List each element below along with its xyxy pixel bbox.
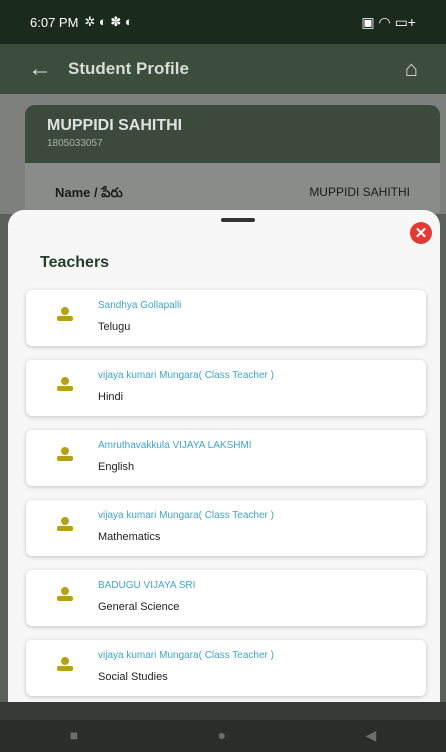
home-nav-icon[interactable]: ● xyxy=(218,727,226,743)
back-arrow-icon[interactable]: ← xyxy=(28,55,68,83)
person-icon xyxy=(57,587,73,601)
profile-card: MUPPIDI SAHITHI 1805033057 xyxy=(25,105,440,163)
teachers-bottom-sheet: ✕ Teachers Sandhya Gollapalli Telugu vij… xyxy=(8,210,440,702)
teacher-name: Amruthavakkula VIJAYA LAKSHMI xyxy=(98,440,252,451)
drag-handle[interactable] xyxy=(221,218,255,222)
system-icons: ▣ ◠ ▭+ xyxy=(361,13,416,30)
teacher-subject: Mathematics xyxy=(98,531,161,543)
close-icon[interactable]: ✕ xyxy=(410,222,432,244)
page-title: Student Profile xyxy=(68,59,189,78)
teacher-card[interactable]: vijaya kumari Mungara( Class Teacher ) M… xyxy=(26,500,426,556)
notification-icons: ✲ ◐ ✽ ◐ xyxy=(84,14,133,29)
teacher-name: vijaya kumari Mungara( Class Teacher ) xyxy=(98,650,274,661)
profile-name: MUPPIDI SAHITHI xyxy=(47,117,183,134)
status-bar: 6:07 PM ✲ ◐ ✽ ◐ ▣ ◠ ▭+ xyxy=(0,0,446,44)
teacher-card[interactable]: Sandhya Gollapalli Telugu xyxy=(26,290,426,346)
person-icon xyxy=(57,377,73,391)
sheet-title: Teachers xyxy=(40,254,110,271)
teacher-name: vijaya kumari Mungara( Class Teacher ) xyxy=(98,370,274,381)
back-nav-icon[interactable]: ◀ xyxy=(365,727,376,744)
teacher-subject: Telugu xyxy=(98,321,131,333)
home-icon[interactable]: ⌂ xyxy=(405,56,418,82)
status-time: 6:07 PM xyxy=(30,14,79,30)
info-label: Name / పేరు xyxy=(55,185,123,200)
person-icon xyxy=(57,517,73,531)
person-icon xyxy=(57,447,73,461)
info-value: MUPPIDI SAHITHI xyxy=(309,185,410,199)
person-icon xyxy=(57,307,73,321)
teacher-card[interactable]: BADUGU VIJAYA SRI General Science xyxy=(26,570,426,626)
teacher-subject: Hindi xyxy=(98,391,124,403)
recents-icon[interactable]: ■ xyxy=(70,727,78,743)
teacher-subject: English xyxy=(98,461,135,473)
teacher-card[interactable]: vijaya kumari Mungara( Class Teacher ) S… xyxy=(26,640,426,696)
teacher-subject: General Science xyxy=(98,601,180,613)
info-row-name: Name / పేరు MUPPIDI SAHITHI xyxy=(25,163,440,213)
teacher-card[interactable]: vijaya kumari Mungara( Class Teacher ) H… xyxy=(26,360,426,416)
teacher-name: vijaya kumari Mungara( Class Teacher ) xyxy=(98,510,274,521)
app-bar: ← Student Profile ⌂ xyxy=(0,44,446,94)
person-icon xyxy=(57,657,73,671)
teacher-subject: Social Studies xyxy=(98,671,168,683)
system-nav-bar: ■ ● ◀ xyxy=(0,702,446,752)
teacher-card[interactable]: Amruthavakkula VIJAYA LAKSHMI English xyxy=(26,430,426,486)
profile-id: 1805033057 xyxy=(47,138,103,149)
teacher-name: Sandhya Gollapalli xyxy=(98,300,182,311)
teacher-name: BADUGU VIJAYA SRI xyxy=(98,580,196,591)
